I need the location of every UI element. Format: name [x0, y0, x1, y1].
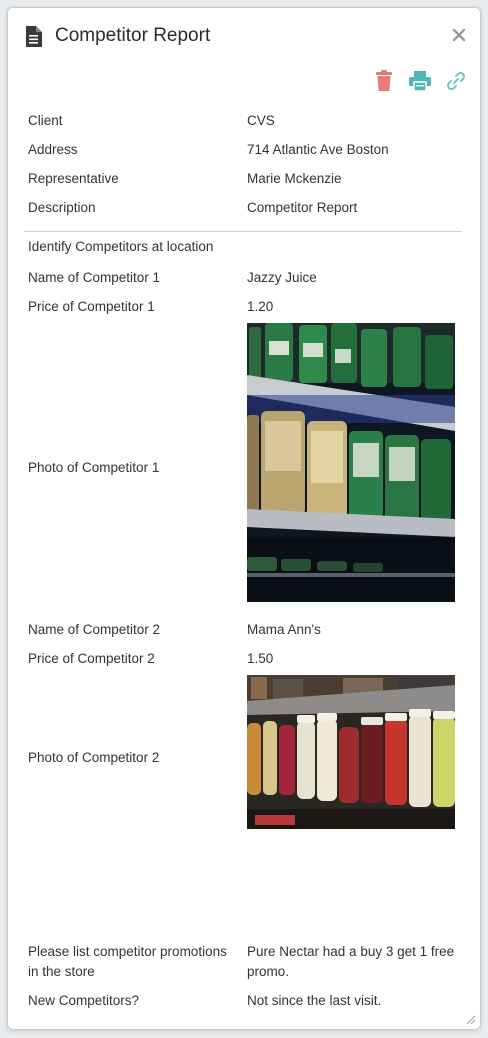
competitor-2-photo-label: Photo of Competitor 2 [28, 750, 160, 765]
panel-title: Competitor Report [55, 25, 211, 46]
copy-link-button[interactable] [444, 69, 468, 93]
competitor-2-price-value: 1.50 [247, 651, 274, 666]
client-label: Client [28, 113, 63, 128]
description-label: Description [28, 200, 96, 215]
competitor-1-name-value: Jazzy Juice [247, 270, 317, 285]
resize-grip-icon[interactable] [464, 1013, 476, 1025]
competitor-1-photo[interactable] [247, 323, 455, 602]
competitor-1-price-label: Price of Competitor 1 [28, 299, 155, 314]
competitor-2-name-label: Name of Competitor 2 [28, 622, 161, 637]
action-toolbar [372, 68, 468, 94]
section-divider [24, 231, 462, 232]
printer-icon [409, 71, 431, 91]
address-label: Address [28, 142, 78, 157]
document-icon [26, 26, 42, 47]
competitor-1-price-value: 1.20 [247, 299, 274, 314]
description-value: Competitor Report [247, 200, 358, 215]
competitor-2-photo[interactable] [247, 675, 455, 829]
new-competitors-label: New Competitors? [28, 993, 140, 1008]
print-button[interactable] [408, 69, 432, 93]
representative-value: Marie Mckenzie [247, 171, 342, 186]
link-icon [446, 71, 466, 91]
promotions-row: Please list competitor promotions in the… [28, 942, 464, 982]
client-value: CVS [247, 113, 275, 128]
new-competitors-value: Not since the last visit. [247, 993, 382, 1008]
competitor-1-name-label: Name of Competitor 1 [28, 270, 161, 285]
section-title: Identify Competitors at location [28, 239, 214, 254]
promotions-value: Pure Nectar had a buy 3 get 1 free promo… [247, 944, 455, 979]
competitor-report-panel: Competitor Report Client CVS Address 714… [7, 7, 481, 1030]
competitor-2-name-value: Mama Ann's [247, 622, 321, 637]
close-icon[interactable] [452, 28, 466, 42]
trash-icon [376, 70, 392, 91]
competitor-2-price-label: Price of Competitor 2 [28, 651, 155, 666]
address-value: 714 Atlantic Ave Boston [247, 142, 389, 157]
panel-header: Competitor Report [8, 8, 480, 66]
competitor-1-photo-label: Photo of Competitor 1 [28, 460, 160, 475]
promotions-label: Please list competitor promotions in the… [28, 944, 227, 979]
representative-label: Representative [28, 171, 119, 186]
delete-button[interactable] [372, 69, 396, 93]
